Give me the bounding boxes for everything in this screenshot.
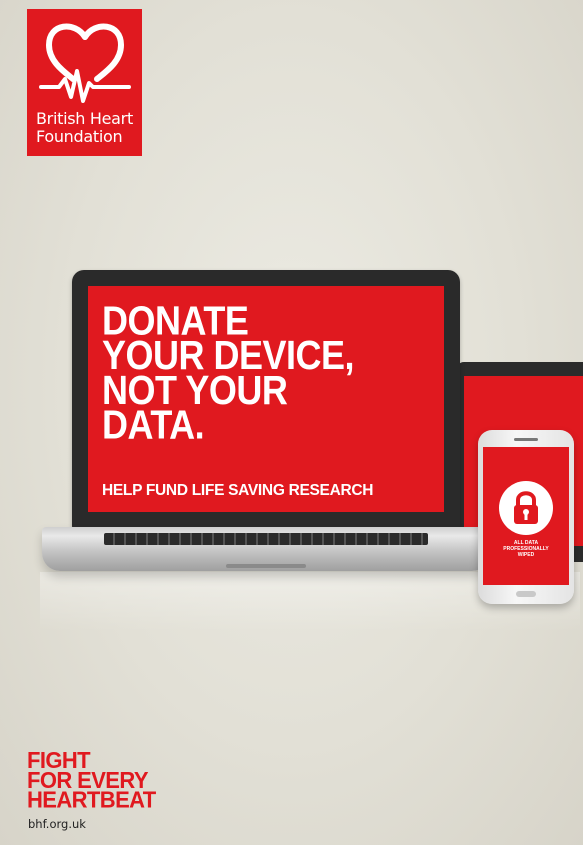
keyboard [104,533,428,545]
headline: DONATE YOUR DEVICE, NOT YOUR DATA. [102,300,355,444]
phone-message: ALL DATA PROFESSIONALLY WIPED [493,540,559,558]
laptop-screen: DONATE YOUR DEVICE, NOT YOUR DATA. HELP … [88,286,444,512]
logo-line-1: British Heart [36,109,133,128]
laptop-keyboard-base [42,527,490,571]
bhf-logo[interactable]: British Heart Foundation [27,9,142,156]
trackpad-edge [226,564,306,568]
laptop-device: DONATE YOUR DEVICE, NOT YOUR DATA. HELP … [72,270,460,528]
poster: British Heart Foundation DONATE YOUR DEV… [0,0,583,845]
lock-badge [499,481,553,535]
logo-line-2: Foundation [36,127,123,146]
phone-speaker [514,438,538,441]
phone-device: ALL DATA PROFESSIONALLY WIPED [478,430,574,604]
tagline: FIGHT FOR EVERY HEARTBEAT [27,748,156,813]
heart-pulse-icon [39,23,131,103]
padlock-icon [514,491,538,524]
logo-wordmark: British Heart Foundation [36,110,140,146]
phone-screen: ALL DATA PROFESSIONALLY WIPED [483,447,569,585]
tagline-line-3: HEARTBEAT [27,786,156,813]
phone-message-line-3: WIPED [517,552,535,558]
website-url[interactable]: bhf.org.uk [28,817,86,831]
subline: HELP FUND LIFE SAVING RESEARCH [102,482,374,499]
phone-home-button [516,591,536,597]
